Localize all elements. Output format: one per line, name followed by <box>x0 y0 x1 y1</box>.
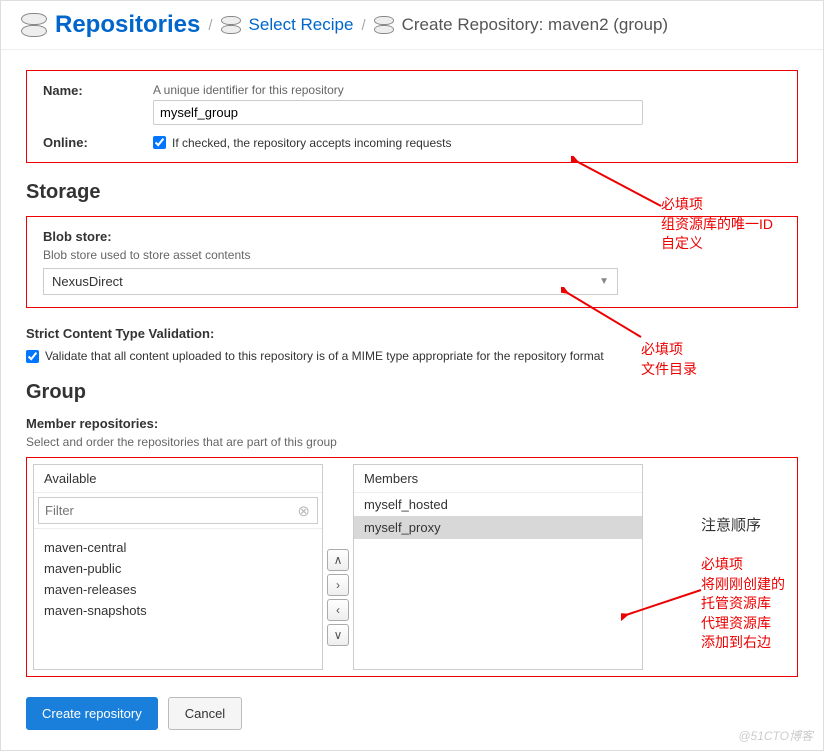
group-box: Available ⊗ maven-centralmaven-publicmav… <box>26 457 798 677</box>
database-icon <box>21 13 47 37</box>
watermark: @51CTO博客 <box>738 727 813 744</box>
name-label: Name: <box>43 83 153 125</box>
clear-icon[interactable]: ⊗ <box>297 502 310 520</box>
list-item[interactable]: maven-snapshots <box>44 600 312 621</box>
move-right-button[interactable]: › <box>327 574 349 596</box>
group-heading: Group <box>26 381 798 404</box>
strict-label: Strict Content Type Validation: <box>26 326 798 341</box>
filter-input[interactable] <box>38 497 318 524</box>
breadcrumb-current: Create Repository: maven2 (group) <box>402 15 668 35</box>
strict-checkbox[interactable] <box>26 350 39 363</box>
cancel-button[interactable]: Cancel <box>168 697 242 730</box>
members-header: Members <box>354 465 642 493</box>
name-hint: A unique identifier for this repository <box>153 83 781 97</box>
blob-label: Blob store: <box>43 229 781 244</box>
move-down-button[interactable]: ∨ <box>327 624 349 646</box>
move-up-button[interactable]: ∧ <box>327 549 349 571</box>
blob-store-select[interactable]: NexusDirect ▼ <box>43 268 618 295</box>
blob-hint: Blob store used to store asset contents <box>43 248 781 262</box>
breadcrumb: Repositories / Select Recipe / Create Re… <box>1 1 823 50</box>
online-checkbox[interactable] <box>153 136 166 149</box>
list-item[interactable]: maven-public <box>44 558 312 579</box>
move-left-button[interactable]: ‹ <box>327 599 349 621</box>
breadcrumb-select-recipe[interactable]: Select Recipe <box>249 15 354 35</box>
members-listbox: Members myself_hostedmyself_proxy <box>353 464 643 670</box>
storage-heading: Storage <box>26 181 798 204</box>
available-listbox: Available ⊗ maven-centralmaven-publicmav… <box>33 464 323 670</box>
breadcrumb-repositories[interactable]: Repositories <box>55 11 200 39</box>
strict-hint: Validate that all content uploaded to th… <box>45 349 604 363</box>
available-header: Available <box>34 465 322 493</box>
member-hint: Select and order the repositories that a… <box>26 435 798 449</box>
database-icon <box>221 16 241 34</box>
list-item[interactable]: myself_proxy <box>354 516 642 539</box>
mover-buttons: ∧ › ‹ ∨ <box>327 524 349 670</box>
name-section: Name: A unique identifier for this repos… <box>26 70 798 163</box>
online-label: Online: <box>43 135 153 150</box>
member-label: Member repositories: <box>26 416 798 431</box>
online-hint: If checked, the repository accepts incom… <box>172 136 451 150</box>
list-item[interactable]: myself_hosted <box>354 493 642 516</box>
create-repository-button[interactable]: Create repository <box>26 697 158 730</box>
blob-store-value: NexusDirect <box>52 274 123 289</box>
name-input[interactable] <box>153 100 643 125</box>
database-icon <box>374 16 394 34</box>
caret-down-icon: ▼ <box>599 276 609 287</box>
blob-section: Blob store: Blob store used to store ass… <box>26 216 798 308</box>
list-item[interactable]: maven-central <box>44 537 312 558</box>
list-item[interactable]: maven-releases <box>44 579 312 600</box>
